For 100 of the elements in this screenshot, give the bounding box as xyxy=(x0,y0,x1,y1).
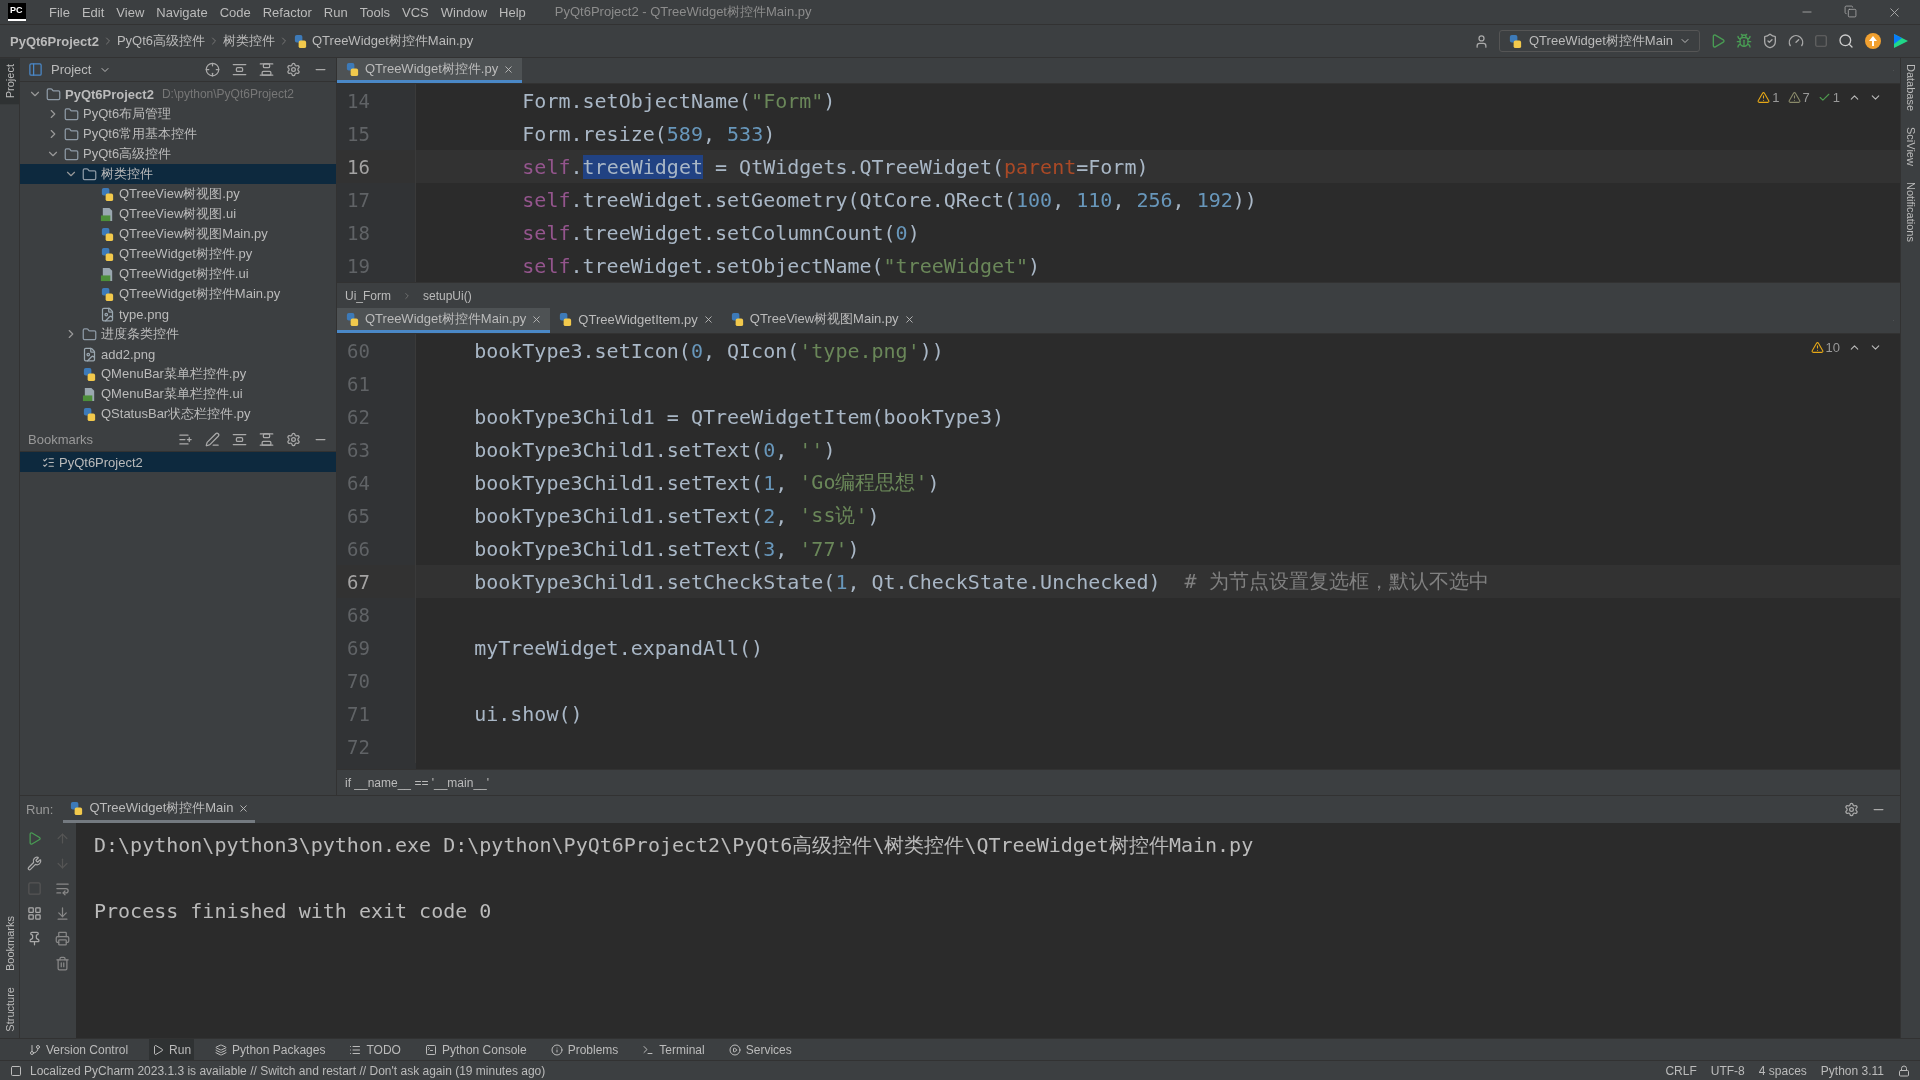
expand-all-icon[interactable] xyxy=(232,432,247,447)
restore-icon[interactable] xyxy=(1844,4,1857,18)
tree-item[interactable]: QMenuBar菜单栏控件.py xyxy=(20,364,336,384)
tool-window-tab[interactable]: Terminal xyxy=(639,1039,708,1060)
code-breadcrumb[interactable]: if __name__ == '__main__' xyxy=(345,775,490,790)
tool-window-button[interactable]: SciView xyxy=(1901,121,1920,173)
status-item[interactable]: 4 spaces xyxy=(1758,1063,1807,1078)
tree-item[interactable]: QTreeWidget树控件.py xyxy=(20,244,336,264)
status-message[interactable]: Localized PyCharm 2023.1.3 is available // Switch and restart // Don't ask again (19 minutes ago) xyxy=(30,1063,546,1078)
search-icon[interactable] xyxy=(1838,33,1854,49)
crosshair-icon[interactable] xyxy=(205,62,220,77)
nav-breadcrumb[interactable]: PyQt6Project2 xyxy=(10,33,99,49)
inspection-count[interactable]: 1 xyxy=(1757,90,1780,105)
menu-item[interactable]: Tools xyxy=(354,4,396,20)
menu-item[interactable]: Help xyxy=(494,4,531,20)
tool-window-button[interactable]: Project xyxy=(0,58,19,105)
menu-item[interactable]: Window xyxy=(435,4,493,20)
user-icon[interactable] xyxy=(1474,33,1489,49)
editor-tab[interactable]: QTreeWidget树控件.py xyxy=(337,58,523,83)
tree-item[interactable]: add2.png xyxy=(20,344,336,364)
close-icon[interactable] xyxy=(531,313,543,325)
tree-item-label: PyQt6常用基本控件 xyxy=(83,125,198,143)
tree-item[interactable]: PyQt6布局管理 xyxy=(20,104,336,124)
nav-breadcrumb[interactable]: 树类控件 xyxy=(223,32,275,50)
tree-item[interactable]: 树类控件 xyxy=(20,164,336,184)
tool-window-tab[interactable]: Problems xyxy=(547,1039,622,1060)
pin-icon[interactable] xyxy=(26,931,42,946)
panel-title[interactable]: Project xyxy=(51,62,92,77)
image-file-icon xyxy=(100,306,115,322)
tree-item[interactable]: 进度条类控件 xyxy=(20,324,336,344)
gauge-icon[interactable] xyxy=(1788,33,1804,49)
lock-icon[interactable] xyxy=(1898,1064,1910,1077)
close-icon[interactable] xyxy=(702,313,714,325)
settings-icon[interactable] xyxy=(286,62,301,77)
menu-item[interactable]: VCS xyxy=(397,4,434,20)
tool-window-tab[interactable]: Version Control xyxy=(26,1039,132,1060)
status-item[interactable]: UTF-8 xyxy=(1710,1063,1745,1078)
pencil-icon[interactable] xyxy=(205,432,220,447)
editor-tab[interactable]: QTreeWidgetItem.py xyxy=(550,308,722,333)
wrap-icon[interactable] xyxy=(54,881,70,896)
update-icon[interactable] xyxy=(1864,32,1882,50)
tool-window-tab[interactable]: Services xyxy=(725,1039,795,1060)
status-item[interactable]: Python 3.11 xyxy=(1820,1063,1884,1078)
tree-item[interactable]: QStatusBar状态栏控件.py xyxy=(20,404,336,424)
bookmark-item[interactable]: PyQt6Project2 xyxy=(20,452,336,472)
tool-window-button[interactable]: Database xyxy=(1901,58,1920,118)
menu-item[interactable]: Edit xyxy=(76,4,110,20)
code-breadcrumb[interactable]: setupUi() xyxy=(423,288,472,303)
inspection-count[interactable]: 1 xyxy=(1817,90,1840,105)
trash-icon[interactable] xyxy=(54,956,70,971)
menu-item[interactable]: Navigate xyxy=(151,4,213,20)
menu-item[interactable]: Refactor xyxy=(257,4,317,20)
settings-icon[interactable] xyxy=(286,432,301,447)
tree-item[interactable]: QTreeView树视图.ui xyxy=(20,204,336,224)
tool-window-button[interactable]: Structure xyxy=(0,981,19,1038)
close-icon[interactable] xyxy=(503,63,515,75)
tree-item[interactable]: QTreeWidget树控件Main.py xyxy=(20,284,336,304)
code-breadcrumb[interactable]: Ui_Form xyxy=(345,288,391,303)
status-item[interactable]: CRLF xyxy=(1665,1063,1697,1078)
print-icon[interactable] xyxy=(54,931,70,946)
shield-icon[interactable] xyxy=(1762,33,1778,49)
tool-window-tab[interactable]: Run xyxy=(149,1039,195,1060)
python-file-icon xyxy=(1508,33,1523,49)
tree-item-label: QTreeWidget树控件Main.py xyxy=(119,285,281,303)
menu-item[interactable]: Code xyxy=(214,4,256,20)
nav-breadcrumb[interactable]: PyQt6高级控件 xyxy=(116,32,205,50)
tree-item[interactable]: QTreeView树视图Main.py xyxy=(20,224,336,244)
add-list-icon[interactable] xyxy=(178,432,193,447)
inspection-count[interactable]: 7 xyxy=(1787,90,1810,105)
tree-item[interactable]: QMenuBar菜单栏控件.ui xyxy=(20,384,336,404)
tool-window-tab[interactable]: TODO xyxy=(346,1039,404,1060)
tree-item[interactable]: PyQt6Project2 D:\python\PyQt6Project2 xyxy=(20,84,336,104)
layout-icon[interactable] xyxy=(26,906,42,921)
menu-item[interactable]: View xyxy=(111,4,150,20)
run-configuration-dropdown[interactable]: QTreeWidget树控件Main xyxy=(1499,30,1700,52)
tree-item[interactable]: PyQt6常用基本控件 xyxy=(20,124,336,144)
editor-tab[interactable]: QTreeView树视图Main.py xyxy=(721,308,923,333)
tool-window-tab[interactable]: Python Packages xyxy=(212,1039,329,1060)
nav-breadcrumb[interactable]: QTreeWidget树控件Main.py xyxy=(293,32,474,50)
debug-icon[interactable] xyxy=(1736,33,1752,49)
collapse-all-icon[interactable] xyxy=(259,432,274,447)
editor-tab[interactable]: QTreeWidget树控件Main.py xyxy=(337,308,551,333)
tool-window-button[interactable]: Notifications xyxy=(1901,176,1920,248)
wrench-icon[interactable] xyxy=(26,856,42,871)
run-icon[interactable] xyxy=(26,831,42,846)
tree-item[interactable]: QTreeView树视图.py xyxy=(20,184,336,204)
tree-item[interactable]: QTreeWidget树控件.ui xyxy=(20,264,336,284)
settings-icon[interactable] xyxy=(1844,802,1859,817)
tool-window-tab[interactable]: Python Console xyxy=(421,1039,530,1060)
close-icon[interactable] xyxy=(238,802,250,814)
inspection-count[interactable]: 10 xyxy=(1810,340,1840,355)
menu-item[interactable]: File xyxy=(44,4,75,20)
close-icon[interactable] xyxy=(903,313,915,325)
run-icon[interactable] xyxy=(1710,33,1726,49)
expand-all-icon[interactable] xyxy=(232,62,247,77)
tree-item[interactable]: PyQt6高级控件 xyxy=(20,144,336,164)
tree-item[interactable]: type.png xyxy=(20,304,336,324)
tool-window-button[interactable]: Bookmarks xyxy=(0,910,19,978)
menu-item[interactable]: Run xyxy=(318,4,353,20)
collapse-all-icon[interactable] xyxy=(259,62,274,77)
